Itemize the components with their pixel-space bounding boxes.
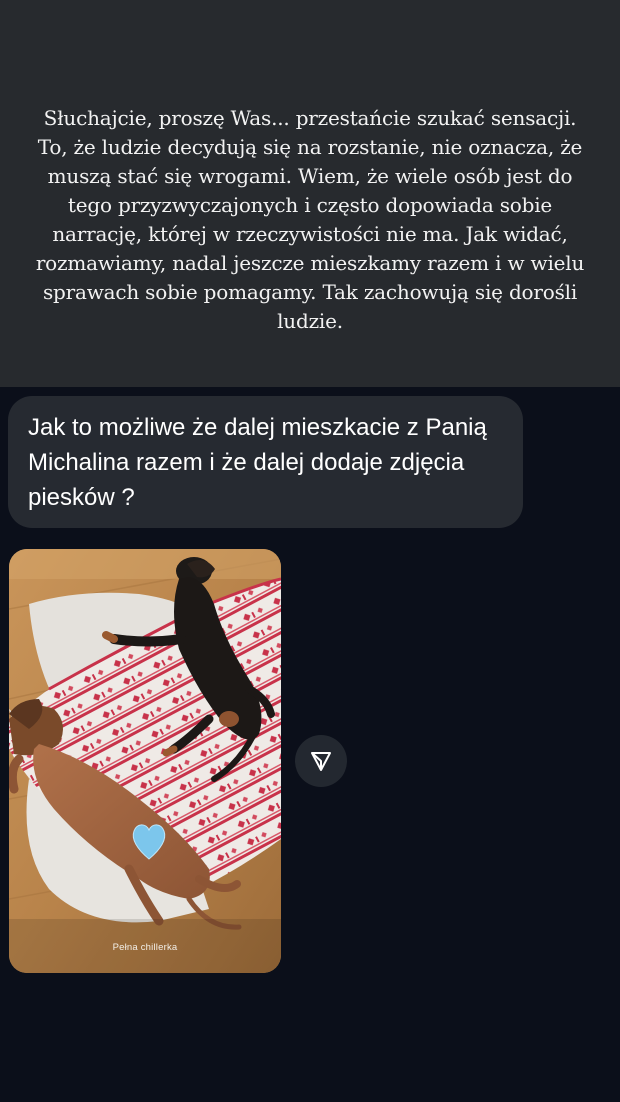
share-button[interactable] <box>295 735 347 787</box>
shared-story-preview[interactable]: Pełna chillerka <box>9 549 281 973</box>
story-text: Słuchajcie, proszę Was... przestańcie sz… <box>35 106 585 333</box>
story-caption: Pełna chillerka <box>112 942 178 953</box>
dogs-photo <box>9 549 281 973</box>
question-message-text: Jak to możliwe że dalej mieszkacie z Pan… <box>28 414 487 511</box>
send-icon <box>311 752 331 771</box>
story-reply-screen: Słuchajcie, proszę Was... przestańcie sz… <box>0 0 620 1102</box>
story-text-panel: Słuchajcie, proszę Was... przestańcie sz… <box>0 0 620 387</box>
question-message-bubble[interactable]: Jak to możliwe że dalej mieszkacie z Pan… <box>8 396 523 528</box>
